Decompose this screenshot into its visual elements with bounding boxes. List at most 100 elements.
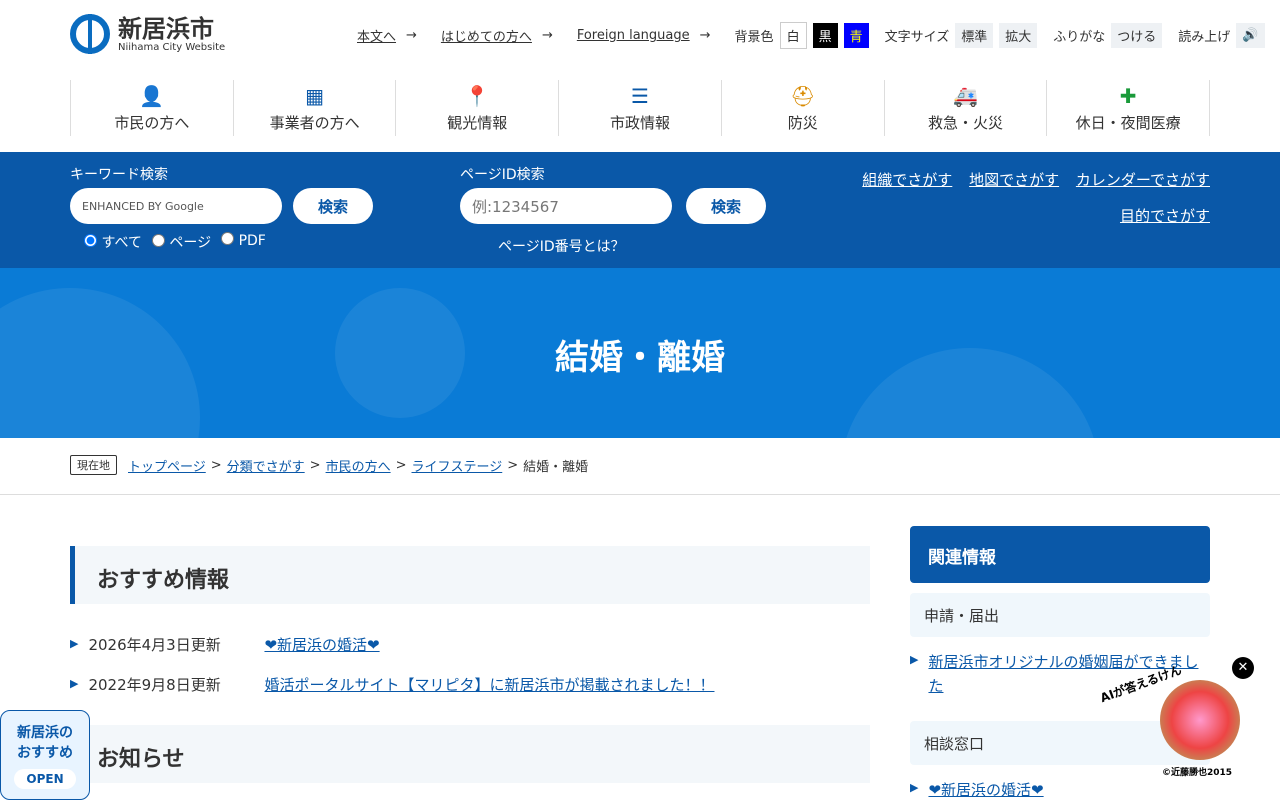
news-link[interactable]: 婚活ポータルサイト【マリピタ】に新居浜市が掲載されました！！ [264,674,714,695]
arrow-icon: → [541,28,553,43]
org-search-link[interactable]: 組織でさがす [862,171,952,189]
map-search-link[interactable]: 地図でさがす [969,171,1059,189]
person-icon: 👤 [139,84,165,108]
nav-medical[interactable]: ✚ 休日・夜間医療 [1046,80,1211,136]
open-button[interactable]: OPEN [14,769,76,789]
news-date: 2026年4月3日更新 [88,636,221,654]
font-standard-button[interactable]: 標準 [955,23,994,48]
divider [0,494,1280,495]
side-link-item: ▶ ❤新居浜の婚活❤ [910,778,1210,802]
bg-black-button[interactable]: 黒 [812,23,838,48]
nav-citizens[interactable]: 👤 市民の方へ [70,80,233,136]
radio-all[interactable]: すべて [84,232,142,252]
nav-label: 休日・夜間医療 [1075,114,1181,132]
pageid-input[interactable]: 例:1234567 [460,188,672,224]
arrow-icon: → [406,28,417,43]
keyword-search-input[interactable]: ENHANCED BY Google [70,188,282,224]
first-aid-icon: ✚ [1119,84,1137,108]
site-header: 新居浜市 Niihama City Website 本文へ → はじめての方へ → … [0,0,1280,152]
pageid-help-link[interactable]: ページID番号とは？ [498,236,625,256]
nav-label: 事業者の方へ [269,114,360,132]
related-info-heading: 関連情報 [910,526,1210,583]
foreign-language-link[interactable]: Foreign language [577,28,690,43]
page-hero: 結婚・離婚 [0,268,1280,438]
logo-subtitle: Niihama City Website [118,41,226,53]
triangle-icon: ▶ [70,677,79,690]
triangle-icon: ▶ [910,781,919,794]
furigana-label: ふりがな [1053,30,1106,45]
radio-pdf[interactable]: PDF [221,232,266,252]
purpose-search-link[interactable]: 目的でさがす [1120,207,1210,225]
search-scope-radios: すべて ページ PDF [84,232,266,252]
nav-city-info[interactable]: ☰ 市政情報 [558,80,721,136]
pageid-search-label: ページID検索 [460,167,545,183]
search-links: 組織でさがす 地図でさがす カレンダーでさがす 目的でさがす [850,162,1210,234]
first-time-link[interactable]: はじめての方へ [441,26,532,45]
recommend-widget[interactable]: 新居浜の おすすめ OPEN [0,710,90,800]
font-size-label: 文字サイズ [884,30,950,45]
nav-business[interactable]: ▦ 事業者の方へ [232,80,396,136]
font-large-button[interactable]: 拡大 [999,23,1038,48]
logo-title: 新居浜市 [118,14,214,43]
read-aloud-label: 読み上げ [1178,30,1231,45]
current-location-badge: 現在地 [70,455,117,475]
skip-to-content-link[interactable]: 本文へ [357,26,396,45]
map-pin-icon: 📍 [464,84,490,108]
breadcrumb: 現在地 トップページ > 分類でさがす > 市民の方へ > ライフステージ > 結婚・離… [70,455,588,475]
ambulance-icon: 🚑 [953,84,978,108]
news-item: ▶ 2022年9月8日更新 婚活ポータルサイト【マリピタ】に新居浜市が掲載されました… [70,674,714,695]
nav-tourism[interactable]: 📍 観光情報 [395,80,558,136]
helmet-icon: ⛑ [790,84,816,108]
keyword-search-label: キーワード検索 [70,167,168,183]
speaker-icon[interactable]: 🔊 [1236,23,1265,48]
breadcrumb-link[interactable]: 分類でさがす [227,456,305,475]
news-item: ▶ 2026年4月3日更新 ❤新居浜の婚活❤ [70,634,380,655]
bg-blue-button[interactable]: 青 [843,23,869,48]
radio-page[interactable]: ページ [151,232,212,252]
bg-white-button[interactable]: 白 [779,22,807,49]
building-icon: ▦ [305,84,325,108]
separator: > [395,457,407,473]
breadcrumb-link[interactable]: 市民の方へ [326,456,391,475]
search-area: キーワード検索 ENHANCED BY Google 検索 すべて ページ PD… [0,152,1280,268]
reco-text: 新居浜の [17,725,73,741]
pageid-search-button[interactable]: 検索 [686,188,766,224]
separator: > [309,457,321,473]
separator: > [507,457,519,473]
triangle-icon: ▶ [910,653,919,666]
notice-heading: お知らせ [70,725,870,783]
separator: > [210,457,222,473]
triangle-icon: ▶ [70,637,79,650]
nav-label: 救急・火災 [927,114,1003,132]
radio-label: すべて [101,235,142,251]
radio-label: ページ [169,235,212,251]
nav-label: 市政情報 [610,114,671,132]
radio-label: PDF [238,233,266,249]
reco-text: おすすめ [17,745,73,761]
nav-label: 市民の方へ [114,114,190,132]
furigana-button[interactable]: つける [1111,23,1163,48]
copyright: ©近藤勝也2015 [1162,768,1233,778]
site-logo[interactable]: 新居浜市 Niihama City Website [70,14,225,54]
breadcrumb-current: 結婚・離婚 [523,459,589,475]
ai-chat-widget[interactable]: AIが答えるけん ✕ ©近藤勝也2015 [1090,655,1260,780]
mascot-icon [1160,680,1240,760]
calendar-search-link[interactable]: カレンダーでさがす [1076,171,1210,189]
nav-label: 観光情報 [447,114,508,132]
news-date: 2022年9月8日更新 [88,676,221,694]
side-link[interactable]: ❤新居浜の婚活❤ [928,778,1043,802]
arrow-icon: → [699,28,711,43]
breadcrumb-link[interactable]: ライフステージ [412,456,503,475]
bg-color-label: 背景色 [734,30,774,45]
news-link[interactable]: ❤新居浜の婚活❤ [264,634,379,655]
nav-disaster[interactable]: ⛑ 防災 [720,80,884,136]
city-emblem-icon [70,14,110,54]
breadcrumb-link[interactable]: トップページ [128,456,206,475]
nav-emergency[interactable]: 🚑 救急・火災 [883,80,1047,136]
keyword-search-button[interactable]: 検索 [293,188,373,224]
list-icon: ☰ [631,84,649,108]
global-nav: 👤 市民の方へ ▦ 事業者の方へ 📍 観光情報 ☰ 市政情報 ⛑ 防災 🚑 救急・火災 ✚ 休… [70,80,1211,136]
recommend-heading: おすすめ情報 [70,546,870,604]
close-icon[interactable]: ✕ [1232,657,1254,679]
utility-bar: 本文へ → はじめての方へ → Foreign language → 背景色 白 黒 … [357,22,1265,49]
